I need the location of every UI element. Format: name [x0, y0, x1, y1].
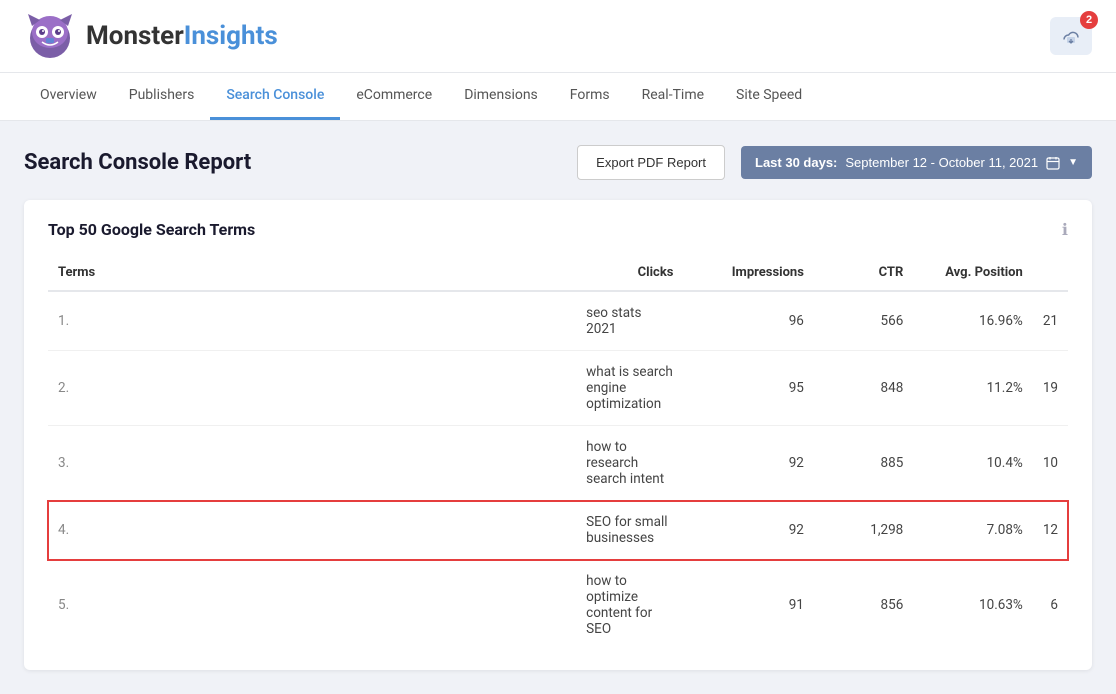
table-header-row: Terms Clicks Impressions CTR Avg. Positi… — [48, 257, 1068, 291]
cell-impressions: 566 — [814, 291, 913, 351]
nav-item-publishers[interactable]: Publishers — [113, 73, 211, 120]
cell-term: what is search engine optimization — [582, 351, 683, 426]
date-range-value: September 12 - October 11, 2021 — [845, 155, 1038, 170]
cell-impressions: 848 — [814, 351, 913, 426]
col-header-ctr: CTR — [814, 257, 913, 291]
cell-clicks: 92 — [683, 426, 813, 501]
cell-impressions: 1,298 — [814, 501, 913, 560]
nav-item-overview[interactable]: Overview — [24, 73, 113, 120]
notification-badge: 2 — [1080, 11, 1098, 29]
col-header-impressions: Impressions — [683, 257, 813, 291]
notification-button[interactable]: 2 — [1050, 17, 1092, 55]
table-row-highlighted: 4. SEO for small businesses 92 1,298 7.0… — [48, 501, 1068, 560]
card-header: Top 50 Google Search Terms ℹ — [48, 220, 1068, 239]
cell-ctr: 11.2% — [913, 351, 1033, 426]
nav-bar: Overview Publishers Search Console eComm… — [0, 73, 1116, 121]
cell-rank: 2. — [48, 351, 582, 426]
card-title: Top 50 Google Search Terms — [48, 220, 255, 239]
cell-rank: 4. — [48, 501, 582, 560]
cell-ctr: 10.63% — [913, 560, 1033, 651]
export-pdf-button[interactable]: Export PDF Report — [577, 145, 725, 180]
nav-item-realtime[interactable]: Real-Time — [626, 73, 720, 120]
cell-avg-position: 21 — [1033, 291, 1068, 351]
cell-rank: 5. — [48, 560, 582, 651]
cell-impressions: 885 — [814, 426, 913, 501]
cell-avg-position: 19 — [1033, 351, 1068, 426]
page-content: Search Console Report Export PDF Report … — [0, 121, 1116, 694]
cell-term: seo stats 2021 — [582, 291, 683, 351]
table-row: 1. seo stats 2021 96 566 16.96% 21 — [48, 291, 1068, 351]
cell-avg-position: 10 — [1033, 426, 1068, 501]
nav-item-forms[interactable]: Forms — [554, 73, 626, 120]
cell-avg-position: 12 — [1033, 501, 1068, 560]
cell-term: how to optimize content for SEO — [582, 560, 683, 651]
cell-clicks: 91 — [683, 560, 813, 651]
cell-ctr: 16.96% — [913, 291, 1033, 351]
col-header-avg-position: Avg. Position — [913, 257, 1033, 291]
cell-clicks: 96 — [683, 291, 813, 351]
cell-ctr: 10.4% — [913, 426, 1033, 501]
info-icon[interactable]: ℹ — [1062, 220, 1068, 239]
cell-clicks: 92 — [683, 501, 813, 560]
col-header-clicks: Clicks — [582, 257, 683, 291]
cell-impressions: 856 — [814, 560, 913, 651]
search-terms-table: Terms Clicks Impressions CTR Avg. Positi… — [48, 257, 1068, 650]
search-terms-card: Top 50 Google Search Terms ℹ Terms Click… — [24, 200, 1092, 670]
cell-rank: 3. — [48, 426, 582, 501]
cell-term: SEO for small businesses — [582, 501, 683, 560]
app-name: MonsterInsights — [86, 21, 278, 51]
table-row: 3. how to research search intent 92 885 … — [48, 426, 1068, 501]
cell-avg-position: 6 — [1033, 560, 1068, 651]
cell-term: how to research search intent — [582, 426, 683, 501]
col-header-terms: Terms — [48, 257, 582, 291]
date-range-label: Last 30 days: — [755, 155, 837, 170]
nav-item-site-speed[interactable]: Site Speed — [720, 73, 818, 120]
header-right: 2 — [1050, 17, 1092, 55]
notification-icon — [1061, 26, 1081, 46]
logo-area: MonsterInsights — [24, 10, 278, 62]
calendar-icon — [1046, 156, 1060, 170]
date-range-button[interactable]: Last 30 days: September 12 - October 11,… — [741, 146, 1092, 179]
logo-icon — [24, 10, 76, 62]
cell-ctr: 7.08% — [913, 501, 1033, 560]
chevron-down-icon: ▼ — [1068, 157, 1078, 168]
nav-item-ecommerce[interactable]: eCommerce — [340, 73, 448, 120]
cell-rank: 1. — [48, 291, 582, 351]
app-header: MonsterInsights 2 — [0, 0, 1116, 73]
cell-clicks: 95 — [683, 351, 813, 426]
page-title: Search Console Report — [24, 150, 561, 175]
nav-item-search-console[interactable]: Search Console — [210, 73, 340, 120]
table-row: 2. what is search engine optimization 95… — [48, 351, 1068, 426]
table-row: 5. how to optimize content for SEO 91 85… — [48, 560, 1068, 651]
page-header: Search Console Report Export PDF Report … — [24, 145, 1092, 180]
nav-item-dimensions[interactable]: Dimensions — [448, 73, 554, 120]
